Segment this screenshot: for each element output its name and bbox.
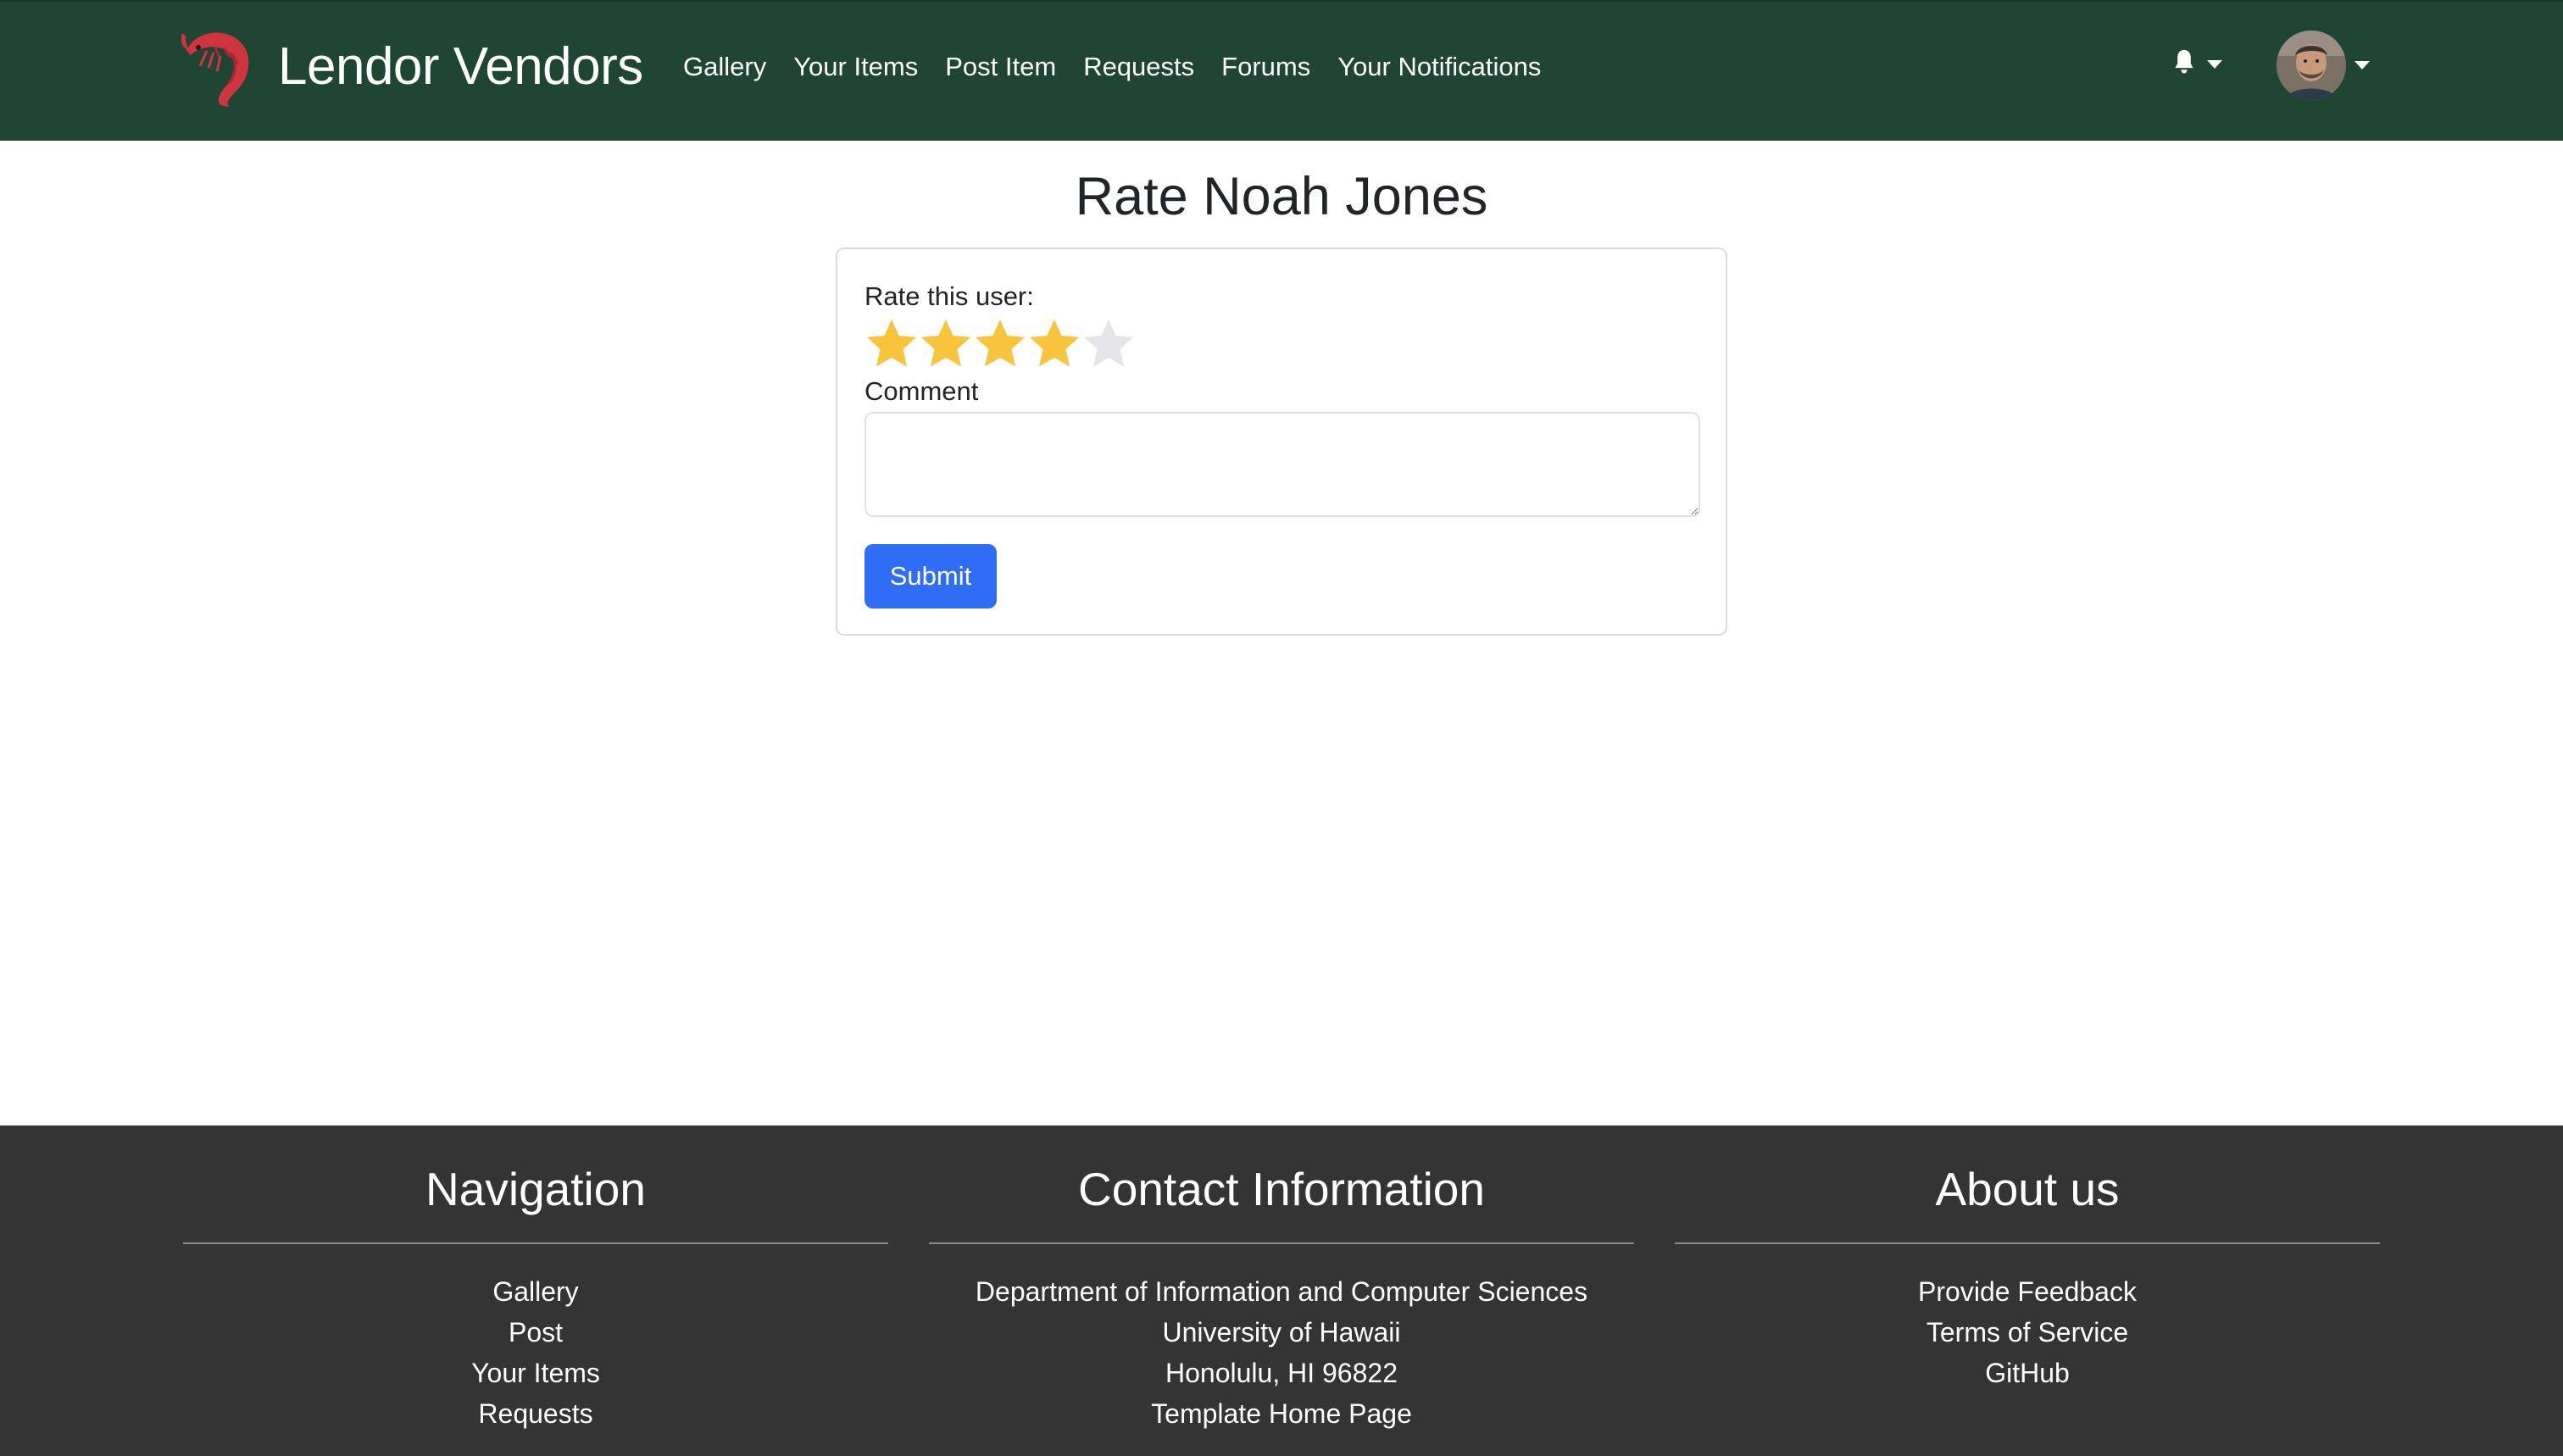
footer-about-column: About us Provide Feedback Terms of Servi…	[1675, 1125, 2380, 1393]
nav-link-your-items[interactable]: Your Items	[793, 52, 918, 82]
star-icon-4[interactable]	[1027, 317, 1081, 371]
star-icon-2[interactable]	[919, 317, 973, 371]
avatar	[2277, 31, 2346, 100]
submit-button[interactable]: Submit	[865, 544, 997, 609]
rating-form-card: Rate this user: Comment Submit	[836, 247, 1727, 636]
user-menu-dropdown-toggle[interactable]	[2277, 31, 2370, 100]
divider	[183, 1242, 888, 1244]
nav-link-post-item[interactable]: Post Item	[945, 52, 1056, 82]
shrimp-icon	[181, 24, 266, 108]
footer-link-your-items[interactable]: Your Items	[183, 1353, 888, 1393]
footer-link-post[interactable]: Post	[183, 1312, 888, 1353]
footer-link-template-home[interactable]: Template Home Page	[929, 1393, 1634, 1434]
footer-navigation-column: Navigation Gallery Post Your Items Reque…	[183, 1125, 888, 1434]
bell-icon	[2170, 47, 2199, 81]
contact-address: Honolulu, HI 96822	[1165, 1358, 1398, 1388]
notifications-dropdown-toggle[interactable]	[2170, 47, 2222, 81]
footer-contact-column: Contact Information Department of Inform…	[929, 1125, 1634, 1434]
page-title: Rate Noah Jones	[1075, 167, 1488, 226]
footer: Navigation Gallery Post Your Items Reque…	[0, 1125, 2563, 1456]
footer-link-terms-of-service[interactable]: Terms of Service	[1675, 1312, 2380, 1353]
comment-label: Comment	[865, 376, 979, 406]
rate-label: Rate this user:	[865, 281, 1034, 311]
chevron-down-icon	[2207, 59, 2222, 69]
divider	[929, 1242, 1634, 1244]
comment-textarea[interactable]	[865, 412, 1700, 517]
top-navbar: Lendor Vendors Gallery Your Items Post I…	[0, 0, 2563, 141]
brand-name: Lendor Vendors	[278, 36, 643, 96]
footer-link-gallery[interactable]: Gallery	[183, 1271, 888, 1312]
footer-heading-navigation: Navigation	[425, 1163, 646, 1215]
contact-department: Department of Information and Computer S…	[975, 1276, 1588, 1307]
brand-link[interactable]: Lendor Vendors	[181, 22, 643, 110]
nav-link-forums[interactable]: Forums	[1221, 52, 1310, 82]
star-icon-1[interactable]	[865, 317, 919, 371]
star-rating	[865, 317, 1136, 371]
contact-university: University of Hawaii	[1162, 1317, 1401, 1348]
nav-link-gallery[interactable]: Gallery	[683, 52, 766, 82]
nav-link-your-notifications[interactable]: Your Notifications	[1337, 52, 1541, 82]
divider	[1675, 1242, 2380, 1244]
star-icon-3[interactable]	[973, 317, 1027, 371]
footer-heading-contact: Contact Information	[1078, 1163, 1485, 1215]
nav-links: Gallery Your Items Post Item Requests Fo…	[683, 46, 1568, 88]
nav-link-requests[interactable]: Requests	[1083, 52, 1194, 82]
star-icon-5[interactable]	[1081, 317, 1136, 371]
footer-link-requests[interactable]: Requests	[183, 1393, 888, 1434]
footer-heading-about: About us	[1935, 1163, 2120, 1215]
chevron-down-icon	[2355, 61, 2370, 69]
footer-link-provide-feedback[interactable]: Provide Feedback	[1675, 1271, 2380, 1312]
footer-link-github[interactable]: GitHub	[1675, 1353, 2380, 1393]
